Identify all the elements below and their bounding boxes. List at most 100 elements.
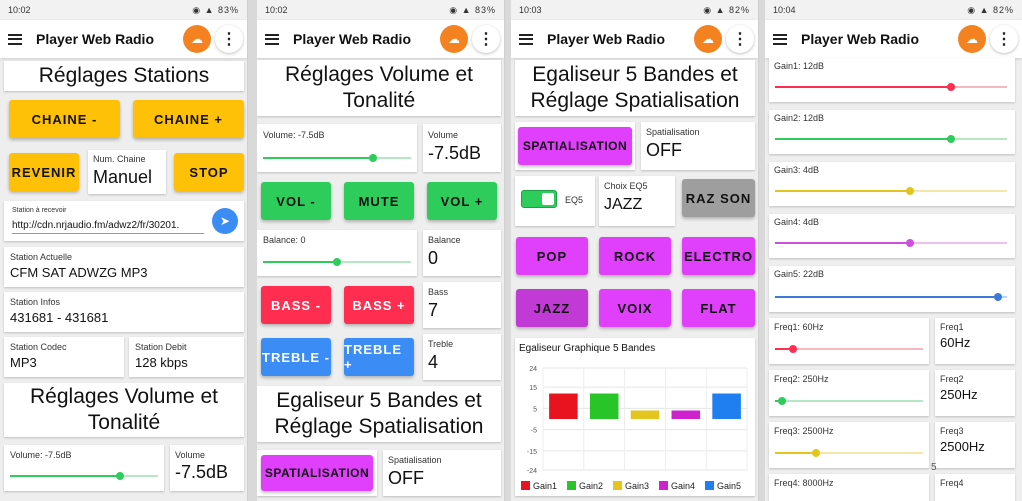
jazz-button[interactable]: JAZZ	[516, 289, 588, 327]
status-time: 10:02	[8, 5, 31, 15]
status-time: 10:02	[265, 5, 288, 15]
app-title: Player Web Radio	[293, 31, 412, 47]
gain4-slider[interactable]	[775, 239, 1007, 247]
app-title: Player Web Radio	[36, 31, 155, 47]
freq2-slider[interactable]	[775, 397, 923, 405]
freq1-label: Freq1	[940, 322, 964, 332]
mute-button[interactable]: MUTE	[344, 182, 414, 220]
freq3-slider[interactable]	[775, 449, 923, 457]
voix-button[interactable]: VOIX	[599, 289, 671, 327]
gain2-card: Gain2: 12dB	[769, 110, 1015, 154]
electro-button[interactable]: ELECTRO	[682, 237, 755, 275]
station-url-input[interactable]: http://cdn.nrjaudio.fm/adwz2/fr/30201.	[12, 220, 204, 234]
gain3-slider[interactable]	[775, 187, 1007, 195]
spatialisation-button[interactable]: SPATIALISATION	[261, 455, 373, 491]
section-title-equalizer: Egaliseur 5 Bandes et Réglage Spatialisa…	[257, 386, 501, 442]
bass-minus-button[interactable]: BASS -	[261, 286, 331, 324]
app-title: Player Web Radio	[801, 31, 920, 47]
balance-value: 0	[428, 248, 439, 268]
revenir-button[interactable]: REVENIR	[9, 153, 79, 191]
freq3-slider-thumb[interactable]	[812, 449, 821, 457]
chaine-plus-button[interactable]: CHAINE +	[133, 100, 244, 138]
gain5-slider[interactable]	[775, 293, 1007, 301]
freq4-slider-card: Freq4: 8000Hz	[769, 474, 929, 501]
volume-slider-thumb[interactable]	[368, 154, 377, 162]
volume-value-card: Volume -7.5dB	[170, 445, 244, 491]
raz-son-button[interactable]: RAZ SON	[682, 179, 755, 217]
freq1-slider-label: Freq1: 60Hz	[774, 322, 824, 332]
bar-gain1	[549, 393, 578, 419]
page-number: 5	[931, 462, 937, 473]
menu-icon[interactable]	[519, 33, 533, 45]
more-options-icon[interactable]: ⋮	[215, 25, 243, 53]
legend-swatch	[613, 481, 622, 490]
cloud-icon[interactable]: ☁	[183, 25, 211, 53]
section-title-volume: Réglages Volume et Tonalité	[4, 383, 244, 437]
volume-slider[interactable]	[10, 472, 158, 480]
eq5-switch-knob	[542, 193, 554, 205]
volume-slider[interactable]	[263, 154, 411, 162]
chaine-minus-button[interactable]: CHAINE -	[9, 100, 120, 138]
freq1-slider[interactable]	[775, 345, 923, 353]
volume-value: -7.5dB	[175, 462, 229, 482]
station-actuelle-card: Station Actuelle CFM SAT ADWZG MP3	[4, 247, 244, 287]
treble-plus-button[interactable]: TREBLE +	[344, 338, 414, 376]
gain1-slider[interactable]	[775, 83, 1007, 91]
balance-slider[interactable]	[263, 258, 411, 266]
spatial-label: Spatialisation	[388, 455, 442, 465]
app-bar: Player Web Radio ☁ ⋮	[0, 20, 247, 58]
rock-button[interactable]: ROCK	[599, 237, 671, 275]
status-time: 10:03	[519, 5, 542, 15]
balance-slider-thumb[interactable]	[333, 258, 341, 266]
volume-slider-card: Volume: -7.5dB	[4, 445, 164, 491]
menu-icon[interactable]	[265, 33, 279, 45]
volume-slider-thumb[interactable]	[115, 472, 124, 480]
num-chaine-label: Num. Chaine	[93, 154, 146, 164]
freq1-value-card: Freq1 60Hz	[935, 318, 1015, 364]
station-codec-card: Station Codec MP3	[4, 337, 124, 377]
treble-value: 4	[428, 352, 439, 372]
gain4-slider-thumb[interactable]	[905, 239, 914, 247]
bass-plus-button[interactable]: BASS +	[344, 286, 414, 324]
pop-button[interactable]: POP	[516, 237, 588, 275]
screen-gains: 10:04 ◉ ▲ 82% Player Web Radio ☁ ⋮ Gain1…	[765, 0, 1022, 501]
vol-minus-button[interactable]: VOL -	[261, 182, 331, 220]
flat-button[interactable]: FLAT	[682, 289, 755, 327]
eq5-switch-card: EQ5	[515, 176, 595, 226]
freq1-slider-thumb[interactable]	[788, 345, 797, 353]
vol-plus-button[interactable]: VOL +	[427, 182, 497, 220]
eq5-switch[interactable]	[521, 190, 557, 208]
app-bar: Player Web Radio ☁ ⋮	[257, 20, 504, 58]
legend-label: Gain4	[671, 481, 695, 491]
spatial-value-card: Spatialisation OFF	[383, 450, 501, 496]
freq2-value-card: Freq2 250Hz	[935, 370, 1015, 416]
gain2-slider[interactable]	[775, 135, 1007, 143]
choix-eq5-value: JAZZ	[604, 196, 643, 213]
volume-slider-card: Volume: -7.5dB	[257, 124, 417, 172]
spatialisation-button[interactable]: SPATIALISATION	[518, 127, 632, 165]
gain2-slider-thumb[interactable]	[947, 135, 956, 143]
status-icons: ◉ ▲ 83%	[449, 4, 496, 15]
legend-swatch	[567, 481, 576, 490]
more-options-icon[interactable]: ⋮	[472, 25, 500, 53]
station-actuelle-value: CFM SAT ADWZG MP3	[10, 265, 148, 280]
menu-icon[interactable]	[8, 33, 22, 45]
treble-minus-button[interactable]: TREBLE -	[261, 338, 331, 376]
cloud-icon[interactable]: ☁	[694, 25, 722, 53]
station-debit-label: Station Debit	[135, 342, 187, 352]
more-options-icon[interactable]: ⋮	[990, 25, 1018, 53]
more-options-icon[interactable]: ⋮	[726, 25, 754, 53]
cloud-icon[interactable]: ☁	[440, 25, 468, 53]
stop-button[interactable]: STOP	[174, 153, 244, 191]
bass-value-card: Bass 7	[423, 282, 501, 328]
volume-slider-label: Volume: -7.5dB	[10, 450, 72, 460]
freq1-value: 60Hz	[940, 335, 971, 350]
balance-label: Balance	[428, 235, 461, 245]
freq2-slider-thumb[interactable]	[778, 397, 787, 405]
gain1-slider-thumb[interactable]	[947, 83, 956, 91]
menu-icon[interactable]	[773, 33, 787, 45]
gain3-slider-thumb[interactable]	[905, 187, 914, 195]
gain5-slider-thumb[interactable]	[993, 293, 1002, 301]
send-icon[interactable]: ➤	[212, 208, 238, 234]
cloud-icon[interactable]: ☁	[958, 25, 986, 53]
